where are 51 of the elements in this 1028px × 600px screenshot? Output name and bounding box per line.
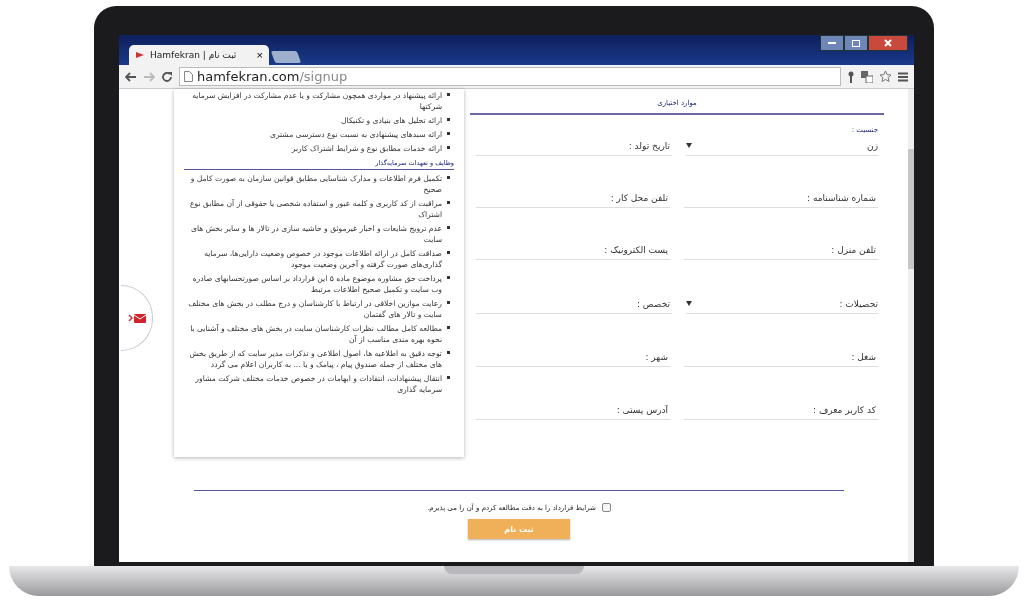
translate-icon[interactable] (861, 70, 873, 83)
bullet-icon (447, 201, 450, 204)
bullet-icon (447, 276, 450, 279)
browser-tab[interactable]: Hamfekran | ثبت نام × (129, 45, 269, 65)
url-host: hamfekran.com (197, 69, 300, 84)
minimize-icon (828, 41, 836, 45)
maximize-button[interactable] (844, 35, 868, 51)
input-field[interactable]: شغل : (684, 347, 878, 367)
maximize-icon (852, 39, 860, 47)
star-icon[interactable] (879, 70, 892, 83)
input-field[interactable]: تلفن منزل : (684, 240, 878, 260)
bullet-icon (447, 251, 450, 254)
url-path: /signup (299, 69, 348, 84)
select-field[interactable]: زن (686, 136, 878, 156)
bullet-icon (447, 176, 450, 179)
caret-icon (686, 301, 692, 306)
bullet-icon (447, 118, 450, 121)
agree-checkbox[interactable] (601, 503, 611, 512)
input-field[interactable]: کد کاربر معرف : (684, 400, 878, 420)
menu-icon[interactable] (898, 71, 908, 82)
chevron-icon (127, 314, 133, 322)
close-icon (884, 39, 892, 47)
minimize-button[interactable] (820, 35, 844, 51)
bullet-icon (447, 326, 450, 329)
tab-title: Hamfekran | ثبت نام (150, 50, 238, 60)
close-button[interactable] (868, 35, 908, 51)
scrollbar[interactable] (908, 89, 914, 562)
caret-icon (686, 143, 692, 148)
close-button[interactable]: × (256, 49, 263, 61)
envelope-icon (133, 313, 146, 323)
bullet-icon (447, 351, 450, 354)
input-field[interactable]: تلفن محل کار : (476, 188, 670, 208)
reload-icon[interactable] (161, 70, 173, 83)
address-bar[interactable]: hamfekran.com/signup (179, 67, 841, 86)
input-field[interactable]: شماره شناسنامه : (684, 188, 878, 208)
favicon-icon (135, 50, 145, 60)
input-field[interactable]: شهر : (476, 347, 670, 367)
select-field[interactable]: تحصیلات : (686, 294, 878, 314)
bullet-icon (447, 301, 450, 304)
back-icon[interactable] (125, 71, 137, 82)
bullet-icon (447, 376, 450, 379)
input-field[interactable]: پست الکترونیک : (476, 240, 670, 260)
input-field[interactable]: تخصص : (476, 294, 672, 314)
new-tab-button[interactable] (270, 51, 302, 63)
bullet-icon (447, 93, 450, 96)
bullet-icon (447, 226, 450, 229)
input-field[interactable]: آدرس پستی : (476, 400, 670, 420)
input-field[interactable]: تاریخ تولد : (476, 136, 672, 156)
page-icon (184, 71, 193, 82)
bullet-icon (447, 146, 450, 149)
bullet-icon (447, 132, 450, 135)
